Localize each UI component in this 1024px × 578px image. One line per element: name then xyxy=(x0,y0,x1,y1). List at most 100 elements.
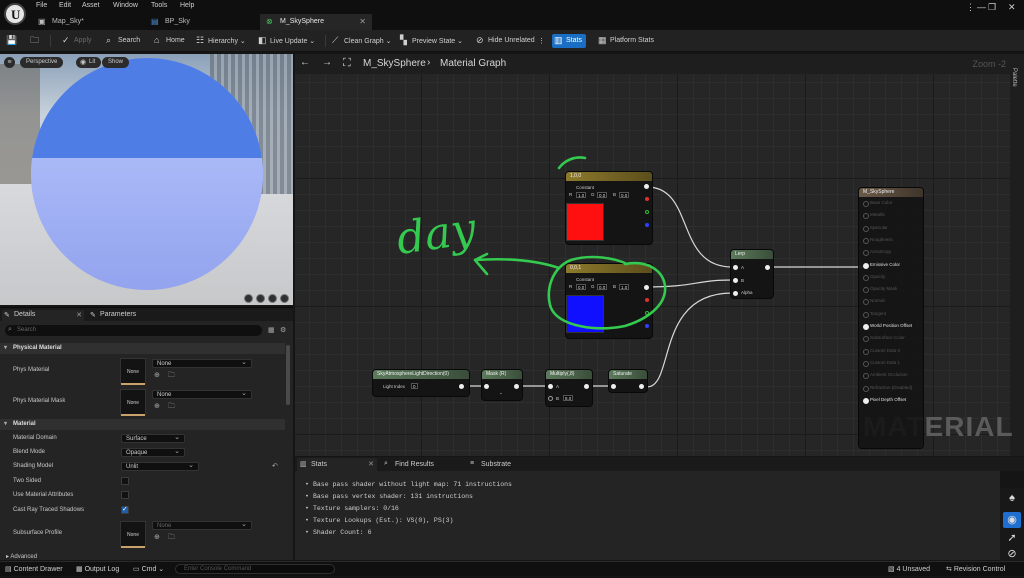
clean-graph-button[interactable]: ⟋ Clean Graph ⌄ xyxy=(330,34,396,48)
preview-cube-icon[interactable] xyxy=(280,294,289,303)
lit-button[interactable]: ◉ Lit xyxy=(76,57,102,68)
section-title: Material xyxy=(13,421,36,427)
content-drawer-button[interactable]: ▤ Content Drawer xyxy=(5,565,63,573)
section-physical-material[interactable]: ▾ Physical Material xyxy=(0,343,285,354)
eye-icon[interactable]: ◉ xyxy=(1003,512,1021,528)
preview-state-label: Preview State xyxy=(412,38,456,45)
tab-m-skysphere[interactable]: ⊗ M_SkySphere ✕ xyxy=(260,14,372,30)
two-sided-checkbox[interactable] xyxy=(121,477,129,485)
minimize-button[interactable]: — xyxy=(977,2,986,12)
apply-button[interactable]: ✓ Apply xyxy=(60,34,96,48)
advanced-expander[interactable]: ▸ Advanced xyxy=(6,553,37,560)
output-log-button[interactable]: ▦ Output Log xyxy=(76,565,119,573)
search-button[interactable]: ⌕ Search xyxy=(104,34,144,48)
tab-label: M_SkySphere xyxy=(280,18,324,25)
hierarchy-dropdown[interactable]: ☷ Hierarchy ⌄ xyxy=(194,34,250,48)
browse-folder-icon[interactable]: 🗀 xyxy=(168,534,176,542)
browse-folder-icon[interactable]: 🗀 xyxy=(168,372,176,380)
tab-find-results[interactable]: ⌕ Find Results xyxy=(381,458,465,471)
phys-mask-thumbnail[interactable]: None xyxy=(120,389,146,416)
stats-line: Texture samplers: 0/16 xyxy=(305,505,399,512)
details-scrollbar[interactable] xyxy=(286,345,290,405)
details-search-input[interactable]: ⌕ Search xyxy=(5,325,262,336)
console-command-input[interactable]: Enter Console Command xyxy=(175,564,335,574)
revision-control-button[interactable]: ⇆ Revision Control xyxy=(946,565,1005,573)
tab-map-sky[interactable]: ▣ Map_Sky* xyxy=(32,14,142,30)
tab-bp-sky[interactable]: ▤ BP_Sky xyxy=(145,14,255,30)
settings-gear-icon[interactable]: ⚙ xyxy=(280,327,288,335)
platform-stats-icon: ▦ xyxy=(598,35,607,45)
save-button[interactable]: 💾 xyxy=(4,34,22,48)
preview-sphere xyxy=(31,58,263,290)
browse-folder-icon[interactable]: 🗀 xyxy=(168,403,176,411)
stats-button[interactable]: ▥ Stats xyxy=(552,34,586,48)
stats-label: Stats xyxy=(566,37,582,44)
restore-button[interactable]: ❐ xyxy=(988,2,996,13)
table-view-icon[interactable]: ▦ xyxy=(268,327,276,335)
blend-mode-select[interactable]: Opaque xyxy=(121,447,185,457)
tab-substrate[interactable]: ≡ Substrate xyxy=(467,458,551,471)
browse-button[interactable]: 🗀 xyxy=(28,34,46,48)
stats-line: Base pass vertex shader: 131 instruction… xyxy=(305,493,473,500)
subsurface-thumbnail[interactable]: None xyxy=(120,521,146,548)
search-icon: ⌕ xyxy=(384,460,388,467)
preview-viewport[interactable]: ≡ Perspective ◉Lit Show Z X xyxy=(0,54,293,305)
platform-stats-button[interactable]: ▦ Platform Stats xyxy=(596,34,658,48)
home-label: Home xyxy=(166,37,185,44)
unsaved-label: 4 Unsaved xyxy=(896,566,931,573)
menu-file[interactable]: File xyxy=(36,2,47,9)
use-selected-icon[interactable]: ⊕ xyxy=(154,403,162,411)
phys-material-select[interactable]: None xyxy=(152,358,252,368)
menu-window[interactable]: Window xyxy=(113,2,138,9)
lit-icon: ◉ xyxy=(80,59,87,66)
viewport-menu-icon[interactable]: ≡ xyxy=(4,57,15,68)
more-tools-button[interactable]: ⋮ xyxy=(534,34,549,48)
hide-unrelated-button[interactable]: ⊘ Hide Unrelated xyxy=(474,34,539,48)
live-update-dropdown[interactable]: ◧ Live Update ⌄ xyxy=(256,34,319,48)
revision-control-icon: ⇆ xyxy=(946,566,952,573)
shading-model-select[interactable]: Unlit xyxy=(121,461,199,471)
phys-material-thumbnail[interactable]: None xyxy=(120,358,146,385)
subsurface-profile-select[interactable]: None xyxy=(152,520,252,530)
hide-eye-icon[interactable]: ⊘ xyxy=(1003,546,1021,562)
preview-plane-icon[interactable] xyxy=(268,294,277,303)
menu-tools[interactable]: Tools xyxy=(151,2,167,9)
home-button[interactable]: ⌂ Home xyxy=(152,34,189,48)
use-material-attributes-checkbox[interactable] xyxy=(121,491,129,499)
close-tab-icon[interactable]: ✕ xyxy=(359,17,366,26)
menu-edit[interactable]: Edit xyxy=(59,2,71,9)
material-domain-select[interactable]: Surface xyxy=(121,433,185,443)
cursor-icon[interactable]: ➚ xyxy=(1003,530,1021,546)
perspective-button[interactable]: Perspective xyxy=(20,57,64,68)
cmd-dropdown[interactable]: ▭ Cmd ⌄ xyxy=(133,565,164,573)
unsaved-icon: ▧ xyxy=(888,566,895,573)
menu-asset[interactable]: Asset xyxy=(82,2,100,9)
pen-tip-icon[interactable]: ♠ xyxy=(1003,490,1021,506)
material-graph-canvas[interactable]: ← → ⛶ M_SkySphere › Material Graph Zoom … xyxy=(295,54,1024,456)
menu-help[interactable]: Help xyxy=(180,2,194,9)
tab-stats[interactable]: ▥ Stats ✕ xyxy=(297,458,377,471)
tab-label: Map_Sky* xyxy=(52,18,84,25)
unreal-logo-icon[interactable] xyxy=(4,3,26,25)
close-window-button[interactable]: ✕ xyxy=(1008,2,1016,13)
phys-mask-select[interactable]: None xyxy=(152,389,252,399)
preview-cylinder-icon[interactable] xyxy=(256,294,265,303)
annotation-circle xyxy=(547,255,667,330)
use-selected-icon[interactable]: ⊕ xyxy=(154,372,162,380)
close-tab-icon[interactable]: ✕ xyxy=(368,460,374,468)
section-material[interactable]: ▾ Material xyxy=(0,419,285,430)
advanced-label: Advanced xyxy=(10,554,38,560)
use-selected-icon[interactable]: ⊕ xyxy=(154,534,162,542)
unsaved-button[interactable]: ▧ 4 Unsaved xyxy=(888,565,930,573)
hide-icon: ⊘ xyxy=(476,35,484,45)
preview-state-dropdown[interactable]: ▚ Preview State ⌄ xyxy=(398,34,467,48)
search-label: Search xyxy=(118,37,141,44)
reset-to-default-icon[interactable]: ↶ xyxy=(272,463,280,471)
revision-control-label: Revision Control xyxy=(953,566,1006,573)
more-options-icon[interactable]: ⋮ xyxy=(966,2,975,13)
show-button[interactable]: Show xyxy=(102,57,130,68)
content-drawer-icon: ▤ xyxy=(5,566,12,573)
preview-sphere-icon[interactable] xyxy=(244,294,253,303)
cast-ray-traced-shadows-checkbox[interactable] xyxy=(121,505,129,514)
close-tab-icon[interactable]: ✕ xyxy=(76,311,82,319)
